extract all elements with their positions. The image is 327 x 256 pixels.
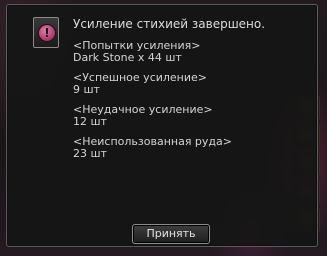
- success-section: <Успешное усиление> 9 шт: [73, 72, 207, 96]
- warning-icon: !: [33, 17, 59, 48]
- attempts-section: <Попытки усиления> Dark Stone x 44 шт: [73, 40, 200, 64]
- confirm-button[interactable]: Принять: [132, 224, 210, 244]
- warning-circle: !: [38, 24, 56, 42]
- failure-value: 12 шт: [73, 115, 107, 128]
- success-value: 9 шт: [73, 83, 100, 96]
- failure-section: <Неудачное усиление> 12 шт: [73, 104, 213, 128]
- dialog-title: Усиление стихией завершено.: [73, 17, 266, 31]
- unused-ore-value: 23 шт: [73, 147, 107, 160]
- unused-ore-section: <Неиспользованная руда> 23 шт: [73, 136, 232, 160]
- attempts-value: Dark Stone x 44 шт: [73, 51, 182, 64]
- enhancement-result-dialog: ! Усиление стихией завершено. <Попытки у…: [6, 4, 318, 247]
- exclamation-mark: !: [44, 26, 50, 40]
